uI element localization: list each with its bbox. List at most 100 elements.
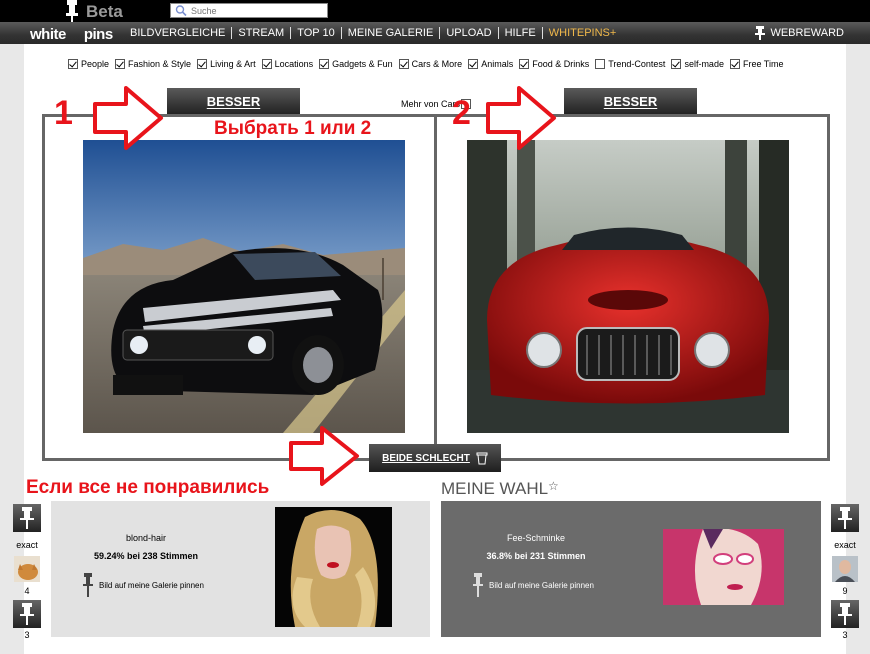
nav-whitepins-plus[interactable]: WHITEPINS+ bbox=[543, 27, 623, 39]
category-fashion[interactable]: Fashion & Style bbox=[115, 59, 191, 69]
side-count-2: 3 bbox=[24, 630, 30, 640]
category-filter: People Fashion & Style Living & Art Loca… bbox=[68, 59, 789, 69]
checkbox[interactable] bbox=[261, 59, 272, 69]
search-box[interactable] bbox=[170, 3, 328, 18]
category-animals[interactable]: Animals bbox=[468, 59, 513, 69]
face-makeup-image bbox=[663, 529, 784, 605]
category-gadgets[interactable]: Gadgets & Fun bbox=[319, 59, 393, 69]
annotation-number-1: 1 bbox=[54, 94, 73, 132]
avatar[interactable] bbox=[832, 556, 858, 582]
annotation-number-2: 2 bbox=[452, 94, 471, 132]
side-count-2: 3 bbox=[842, 630, 848, 640]
category-label: Cars & More bbox=[411, 59, 463, 69]
pin-to-gallery-link[interactable]: Bild auf meine Galerie pinnen bbox=[83, 573, 204, 597]
card-thumbnail-right[interactable] bbox=[663, 529, 784, 605]
pin-button-top[interactable] bbox=[831, 504, 859, 532]
nav-upload[interactable]: UPLOAD bbox=[440, 27, 499, 39]
cat-avatar-image bbox=[14, 556, 40, 582]
category-free-time[interactable]: Free Time bbox=[729, 59, 784, 69]
car-red-image bbox=[467, 140, 789, 433]
pin-icon bbox=[20, 507, 34, 529]
logo-beta-label: Beta bbox=[86, 2, 123, 21]
category-people[interactable]: People bbox=[68, 59, 109, 69]
pin-icon bbox=[838, 507, 852, 529]
card-vote-stats: 36.8% bei 231 Stimmen bbox=[486, 551, 586, 561]
star-icon: ☆ bbox=[548, 479, 559, 493]
side-column-right: exact 9 3 bbox=[829, 504, 861, 640]
checkbox[interactable] bbox=[197, 59, 208, 69]
category-trend-contest[interactable]: Trend-Contest bbox=[595, 59, 665, 69]
card-vote-stats: 59.24% bei 238 Stimmen bbox=[93, 551, 199, 561]
pin-icon bbox=[838, 603, 852, 625]
checkbox[interactable] bbox=[595, 59, 606, 69]
nav-bildvergleiche[interactable]: BILDVERGLEICHE bbox=[124, 27, 233, 39]
category-label: Living & Art bbox=[210, 59, 256, 69]
category-self-made[interactable]: self-made bbox=[671, 59, 724, 69]
car-black-image bbox=[83, 140, 405, 433]
annotation-arrow-3 bbox=[289, 426, 359, 486]
side-label: exact bbox=[16, 540, 38, 550]
checkbox[interactable] bbox=[398, 59, 409, 69]
main-nav: BILDVERGLEICHE STREAM TOP 10 MEINE GALER… bbox=[124, 22, 622, 44]
category-label: Fashion & Style bbox=[128, 59, 192, 69]
trash-icon bbox=[476, 452, 488, 465]
both-bad-button[interactable]: BEIDE SCHLECHT bbox=[369, 444, 501, 472]
category-label: Gadgets & Fun bbox=[332, 59, 393, 69]
annotation-dislike: Если все не понравились bbox=[26, 477, 270, 498]
checkbox[interactable] bbox=[319, 59, 330, 69]
nav-stream[interactable]: STREAM bbox=[232, 27, 292, 39]
category-label: Food & Drinks bbox=[532, 59, 590, 69]
result-card-right: Fee-Schminke 36.8% bei 231 Stimmen Bild … bbox=[441, 501, 821, 637]
compare-image-left[interactable] bbox=[83, 140, 405, 433]
category-label: People bbox=[81, 59, 110, 69]
pin-to-gallery-link[interactable]: Bild auf meine Galerie pinnen bbox=[473, 573, 594, 597]
search-input[interactable] bbox=[188, 5, 318, 16]
pin-icon bbox=[473, 573, 483, 597]
compare-divider bbox=[434, 117, 437, 458]
side-count: 4 bbox=[24, 586, 30, 596]
checkbox[interactable] bbox=[468, 59, 479, 69]
compare-image-right[interactable] bbox=[467, 140, 789, 433]
avatar[interactable] bbox=[14, 556, 40, 582]
side-column-left: exact 4 3 bbox=[11, 504, 43, 640]
search-icon bbox=[175, 5, 187, 17]
logo-pin-icon bbox=[66, 0, 78, 24]
nav-top10[interactable]: TOP 10 bbox=[291, 27, 342, 39]
logo-word-right: pins bbox=[83, 26, 113, 43]
both-bad-label: BEIDE SCHLECHT bbox=[382, 452, 470, 464]
annotation-choose: Выбрать 1 или 2 bbox=[214, 118, 372, 139]
pin-button-bottom[interactable] bbox=[13, 600, 41, 628]
nav-hilfe[interactable]: HILFE bbox=[499, 27, 543, 39]
category-label: Trend-Contest bbox=[608, 59, 666, 69]
top-bar bbox=[0, 0, 870, 22]
better-left-button[interactable]: BESSER bbox=[167, 88, 300, 114]
result-card-left: blond-hair 59.24% bei 238 Stimmen Bild a… bbox=[51, 501, 430, 637]
category-cars[interactable]: Cars & More bbox=[398, 59, 463, 69]
category-living[interactable]: Living & Art bbox=[197, 59, 256, 69]
category-food[interactable]: Food & Drinks bbox=[519, 59, 589, 69]
category-locations[interactable]: Locations bbox=[261, 59, 314, 69]
pin-button-bottom[interactable] bbox=[831, 600, 859, 628]
annotation-arrow-2 bbox=[486, 86, 556, 150]
webreward-link[interactable]: WEBREWARD bbox=[755, 22, 844, 44]
pin-to-gallery-label: Bild auf meine Galerie pinnen bbox=[99, 580, 204, 590]
checkbox[interactable] bbox=[68, 59, 78, 69]
nav-meine-galerie[interactable]: MEINE GALERIE bbox=[342, 27, 441, 39]
side-label: exact bbox=[834, 540, 856, 550]
side-count: 9 bbox=[842, 586, 848, 596]
my-choice-title: MEINE WAHL☆ bbox=[441, 479, 559, 499]
pin-icon bbox=[83, 573, 93, 597]
man-avatar-image bbox=[832, 556, 858, 582]
card-thumbnail-left[interactable] bbox=[275, 507, 392, 627]
checkbox[interactable] bbox=[729, 59, 740, 69]
category-label: Free Time bbox=[742, 59, 784, 69]
checkbox[interactable] bbox=[115, 59, 126, 69]
better-right-button[interactable]: BESSER bbox=[564, 88, 697, 114]
category-label: Locations bbox=[274, 59, 314, 69]
checkbox[interactable] bbox=[519, 59, 530, 69]
checkbox[interactable] bbox=[671, 59, 682, 69]
pin-button-top[interactable] bbox=[13, 504, 41, 532]
annotation-arrow-1 bbox=[93, 86, 163, 150]
logo[interactable]: white pins bbox=[30, 26, 113, 43]
card-image-name: blond-hair bbox=[125, 533, 167, 543]
